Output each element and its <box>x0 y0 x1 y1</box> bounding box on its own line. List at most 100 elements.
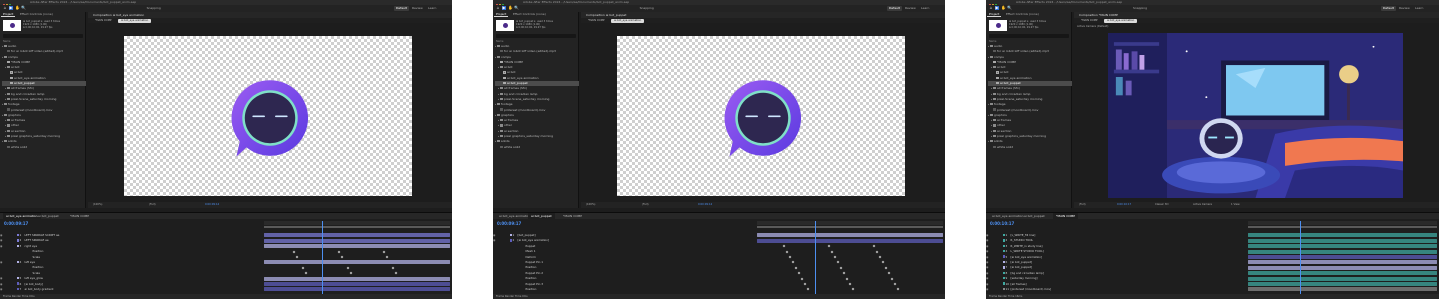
visibility-eye-icon[interactable]: ◉ <box>0 276 3 281</box>
layer-row[interactable]: ◉ 3 right eye <box>0 244 262 249</box>
snapping-toggle[interactable]: Snapping <box>638 6 656 11</box>
viewer-control[interactable]: 0:00:09:14 <box>697 203 713 207</box>
hand-tool-icon[interactable]: ✋ <box>1001 6 1006 10</box>
layer-name[interactable]: [ai bot_eye animation] <box>1011 255 1043 259</box>
layer-duration-bar[interactable] <box>1248 265 1437 270</box>
keyframe-icon[interactable] <box>340 255 344 259</box>
layer-duration-bar[interactable] <box>264 260 450 265</box>
keyframe-icon[interactable] <box>391 266 395 270</box>
workspace-default[interactable]: Default <box>394 6 409 11</box>
keyframe-icon[interactable] <box>872 244 876 248</box>
layer-label-color[interactable] <box>16 282 19 285</box>
property-row[interactable]: Position <box>0 265 262 270</box>
workspace-default[interactable]: Default <box>1381 6 1396 11</box>
keyframe-icon[interactable] <box>292 250 296 254</box>
keyframe-icon[interactable] <box>827 244 831 248</box>
project-item[interactable]: white solid <box>2 145 86 150</box>
layer-label-color[interactable] <box>25 255 27 258</box>
layer-duration-bar[interactable] <box>264 281 450 287</box>
viewer-control[interactable]: 0:00:10:17 <box>1116 203 1132 207</box>
tab-timeline-comp[interactable]: *MAIN COMP <box>560 213 585 219</box>
layer-duration-bar[interactable] <box>1248 287 1437 292</box>
property-row[interactable]: Puppet Pin 2 <box>493 271 755 276</box>
keyframe-icon[interactable] <box>833 255 837 259</box>
keyframe-icon[interactable] <box>875 250 879 254</box>
breadcrumb-item[interactable]: *MAIN COMP <box>585 19 608 23</box>
breadcrumb-item[interactable]: *MAIN COMP <box>92 19 115 23</box>
layer-name[interactable]: R_STUDIO TOOL <box>1011 238 1034 242</box>
layer-label-color[interactable] <box>1002 239 1005 242</box>
layer-name[interactable]: Position <box>526 287 537 291</box>
layer-duration-bar[interactable] <box>1248 238 1437 243</box>
workspace-review[interactable]: Review <box>410 6 425 11</box>
playhead[interactable] <box>322 221 323 295</box>
layer-row[interactable]: ◉ 6 [ai bot_puppet] <box>986 260 1246 265</box>
project-search-input[interactable] <box>989 34 1069 38</box>
visibility-eye-icon[interactable]: ◉ <box>986 260 989 265</box>
layer-label-color[interactable] <box>25 250 27 253</box>
property-row[interactable]: Scale <box>0 271 262 276</box>
layer-label-color[interactable] <box>1002 255 1005 258</box>
layer-row[interactable]: ◉ 4 L_WRITE STUDIO TOOL] <box>986 249 1246 254</box>
home-icon[interactable]: ⌂ <box>496 6 500 10</box>
keyframe-icon[interactable] <box>385 255 389 259</box>
visibility-eye-icon[interactable]: ◉ <box>0 233 3 238</box>
comp-viewer-canvas[interactable] <box>1108 33 1403 198</box>
layer-name[interactable]: Position <box>526 265 537 269</box>
layer-label-color[interactable] <box>16 239 19 242</box>
layer-duration-bar[interactable] <box>1248 233 1437 238</box>
layer-label-color[interactable] <box>1002 260 1005 264</box>
property-row[interactable]: Mesh 1 <box>493 249 755 254</box>
layer-label-color[interactable] <box>518 245 520 248</box>
property-row[interactable]: Scale <box>0 255 262 260</box>
project-item[interactable]: white solid <box>988 145 1072 150</box>
visibility-eye-icon[interactable]: ◉ <box>0 260 3 265</box>
home-icon[interactable]: ⌂ <box>989 6 993 10</box>
property-row[interactable]: Puppet <box>493 244 755 249</box>
layer-name[interactable]: [L_WRITE_fill line] <box>1011 233 1036 237</box>
layer-row[interactable]: ◉ 1 [bot_puppet] <box>493 233 755 238</box>
layer-name[interactable]: Puppet Pin 2 <box>526 271 544 275</box>
layer-name[interactable]: Position <box>33 249 44 253</box>
visibility-eye-icon[interactable]: ◉ <box>0 238 3 243</box>
keyframe-icon[interactable] <box>839 266 843 270</box>
layer-label-color[interactable] <box>1002 249 1005 253</box>
layer-label-color[interactable] <box>518 250 520 253</box>
layer-name[interactable]: [ai bot_eye animation] <box>518 238 550 242</box>
layer-name[interactable]: Puppet Pin 1 <box>526 260 544 264</box>
workspace-review[interactable]: Review <box>1397 6 1412 11</box>
keyframe-icon[interactable] <box>887 271 891 275</box>
viewer-control[interactable]: (Full) <box>148 203 156 207</box>
keyframe-icon[interactable] <box>878 255 882 259</box>
layer-duration-bar[interactable] <box>1248 249 1437 254</box>
playhead[interactable] <box>1300 221 1301 295</box>
layer-duration-bar[interactable] <box>264 276 450 281</box>
keyframe-icon[interactable] <box>797 271 801 275</box>
viewer-control[interactable]: (100%) <box>92 203 103 207</box>
layer-label-color[interactable] <box>518 255 520 258</box>
layer-row[interactable]: ◉ 2 [ai bot_eye animation] <box>493 238 755 243</box>
layer-label-color[interactable] <box>1002 266 1005 269</box>
property-row[interactable]: Position <box>493 265 755 270</box>
layer-row[interactable]: ◉ 2 R_STUDIO TOOL <box>986 238 1246 243</box>
current-time-display[interactable]: 0:00:09:17 <box>4 221 28 226</box>
tab-timeline-comp[interactable]: ai bot_puppet <box>35 213 62 219</box>
visibility-eye-icon[interactable]: ◉ <box>986 271 989 276</box>
viewer-control[interactable]: (100%) <box>585 203 596 207</box>
layer-name[interactable]: [pinterest (moodboard).mov] <box>1011 287 1052 291</box>
breadcrumb-item[interactable]: ai bot_eye animation <box>1104 19 1138 23</box>
work-area-bar[interactable] <box>757 226 943 228</box>
layer-label-color[interactable] <box>16 244 19 248</box>
workspace-learn[interactable]: Learn <box>426 6 438 11</box>
tab-timeline-comp[interactable]: ai bot_puppet <box>1021 213 1048 219</box>
layer-duration-bar[interactable] <box>1248 254 1437 260</box>
layer-name[interactable]: L_WRITE STUDIO TOOL] <box>1011 249 1044 253</box>
keyframe-icon[interactable] <box>304 271 308 275</box>
tab-timeline-comp[interactable]: ai bot_puppet <box>528 213 555 219</box>
layer-name[interactable]: [bg and circadian lamp] <box>1011 271 1044 275</box>
layer-duration-bar[interactable] <box>1248 281 1437 287</box>
layer-label-color[interactable] <box>518 288 520 291</box>
snapping-toggle[interactable]: Snapping <box>1131 6 1149 11</box>
zoom-tool-icon[interactable]: 🔍 <box>1007 6 1012 10</box>
layer-row[interactable]: ◉ 6 [ai bot_body] <box>0 282 262 287</box>
